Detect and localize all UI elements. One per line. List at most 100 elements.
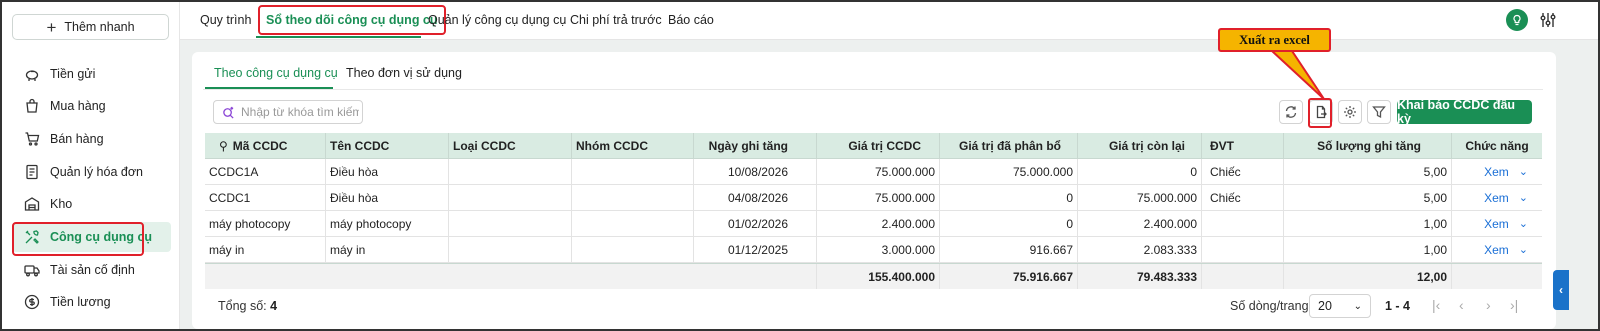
total-da-phan-bo: 75.916.667 bbox=[940, 264, 1078, 289]
table-cell: 2.400.000 bbox=[1078, 211, 1202, 236]
sidebar-item-tien-luong[interactable]: Tiền lương bbox=[12, 287, 171, 317]
page-range: 1 - 4 bbox=[1385, 299, 1411, 313]
first-page-icon[interactable]: |‹ bbox=[1432, 297, 1440, 313]
tab-chi-phi-tra-truoc[interactable]: Chi phí trả trước bbox=[570, 13, 662, 27]
active-tab-underline bbox=[256, 36, 421, 38]
total-con-lai: 79.483.333 bbox=[1078, 264, 1202, 289]
table-cell bbox=[449, 237, 572, 262]
collapse-handle-icon[interactable]: ‹ bbox=[1553, 270, 1569, 310]
table-row[interactable]: máy photocopy máy photocopy 01/02/2026 2.40… bbox=[205, 211, 1542, 237]
table-cell bbox=[449, 211, 572, 236]
table-cell: 1,00 bbox=[1284, 211, 1452, 236]
table-cell: 1,00 bbox=[1284, 237, 1452, 262]
table-cell: 01/02/2026 bbox=[694, 211, 817, 236]
settings-button[interactable] bbox=[1338, 100, 1362, 124]
search-box[interactable] bbox=[213, 100, 363, 124]
search-input[interactable] bbox=[241, 105, 359, 119]
table-cell: Chiếc bbox=[1202, 159, 1284, 184]
tools-icon bbox=[25, 230, 39, 244]
next-page-icon[interactable]: › bbox=[1486, 297, 1491, 313]
sidebar-item-ban-hang[interactable]: Bán hàng bbox=[12, 124, 171, 154]
last-page-icon[interactable]: ›| bbox=[1510, 297, 1518, 313]
top-nav: Quy trình Sổ theo dõi công cụ dụng cụ Qu… bbox=[180, 2, 1598, 40]
table-row[interactable]: CCDC1A Điều hòa 10/08/2026 75.000.000 75.000… bbox=[205, 159, 1542, 185]
table-cell: 75.000.000 bbox=[817, 159, 940, 184]
view-link[interactable]: Xem bbox=[1484, 165, 1509, 179]
table-cell: máy in bbox=[326, 237, 449, 262]
table-cell bbox=[572, 237, 694, 262]
declare-ccdc-button[interactable]: Khai báo CCDC đầu kỳ bbox=[1397, 98, 1532, 126]
prev-page-icon[interactable]: ‹ bbox=[1459, 297, 1464, 313]
table-cell: 5,00 bbox=[1284, 185, 1452, 210]
sidebar-item-cong-cu-dung-cu[interactable]: Công cụ dụng cụ bbox=[12, 222, 171, 256]
view-link[interactable]: Xem bbox=[1484, 243, 1509, 257]
table-cell: 75.000.000 bbox=[1078, 185, 1202, 210]
subtab-theo-don-vi[interactable]: Theo đơn vị sử dụng bbox=[346, 66, 462, 80]
refresh-button[interactable] bbox=[1279, 100, 1303, 124]
table-total-row: 155.400.000 75.916.667 79.483.333 12,00 bbox=[205, 263, 1542, 289]
subtab-divider bbox=[203, 89, 1543, 90]
tab-quy-trinh[interactable]: Quy trình bbox=[200, 13, 251, 27]
callout-pointer bbox=[1271, 51, 1325, 100]
cart-icon bbox=[25, 132, 40, 146]
sidebar-item-kho[interactable]: Kho bbox=[12, 189, 171, 219]
filter-button[interactable] bbox=[1367, 100, 1391, 124]
warehouse-icon bbox=[24, 197, 40, 211]
table-cell: 75.000.000 bbox=[940, 159, 1078, 184]
table-cell: 3.000.000 bbox=[817, 237, 940, 262]
col-chuc-nang: Chức năng bbox=[1465, 138, 1529, 153]
sidebar-item-label: Công cụ dụng cụ bbox=[50, 230, 153, 244]
export-excel-callout: Xuất ra excel bbox=[1218, 28, 1331, 52]
total-so-luong: 12,00 bbox=[1284, 264, 1452, 289]
table-cell bbox=[572, 211, 694, 236]
table-cell: Xem ⌄ bbox=[1452, 211, 1542, 236]
subtab-theo-cong-cu[interactable]: Theo công cụ dụng cụ bbox=[214, 66, 338, 80]
table-cell: 0 bbox=[940, 211, 1078, 236]
plus-icon: + bbox=[46, 17, 57, 37]
rows-per-page-select[interactable]: 20 ⌄ bbox=[1309, 294, 1371, 318]
table-cell: 5,00 bbox=[1284, 159, 1452, 184]
chevron-down-icon[interactable]: ⌄ bbox=[1519, 191, 1528, 204]
sidebar-item-quan-ly-hoa-don[interactable]: Quản lý hóa đơn bbox=[12, 157, 171, 187]
col-ten-ccdc: Tên CCDC bbox=[326, 133, 449, 158]
sliders-icon[interactable] bbox=[1538, 10, 1558, 30]
lightbulb-icon[interactable] bbox=[1506, 9, 1528, 31]
col-so-luong: Số lượng ghi tăng bbox=[1284, 133, 1452, 158]
sidebar-item-label: Mua hàng bbox=[50, 99, 106, 113]
rows-per-page-label: Số dòng/trang bbox=[1230, 299, 1309, 313]
table-cell: 01/12/2025 bbox=[694, 237, 817, 262]
truck-icon bbox=[24, 265, 40, 277]
quick-add-button[interactable]: + Thêm nhanh bbox=[12, 14, 169, 40]
table-cell: 0 bbox=[940, 185, 1078, 210]
tab-quan-ly-ccdc[interactable]: Quản lý công cụ dụng cụ bbox=[428, 13, 566, 27]
tab-bao-cao[interactable]: Báo cáo bbox=[668, 13, 714, 27]
table-cell: Xem ⌄ bbox=[1452, 159, 1542, 184]
sidebar-item-label: Tiền lương bbox=[50, 295, 111, 309]
quick-add-label: Thêm nhanh bbox=[64, 20, 135, 34]
view-link[interactable]: Xem bbox=[1484, 217, 1509, 231]
table-cell: 0 bbox=[1078, 159, 1202, 184]
view-link[interactable]: Xem bbox=[1484, 191, 1509, 205]
table-cell: máy in bbox=[205, 237, 326, 262]
sidebar-item-tien-gui[interactable]: Tiền gửi bbox=[12, 59, 171, 89]
active-subtab-underline bbox=[205, 87, 333, 89]
piggy-bank-icon bbox=[25, 70, 39, 81]
gear-icon bbox=[1344, 106, 1356, 118]
sidebar-item-label: Kho bbox=[50, 197, 73, 211]
chevron-down-icon[interactable]: ⌄ bbox=[1519, 217, 1528, 230]
col-ma-ccdc[interactable]: ⚲ Mã CCDC bbox=[205, 133, 326, 158]
sidebar-item-tai-san-co-dinh[interactable]: Tài sản cố định bbox=[12, 255, 171, 285]
tab-so-theo-doi-ccdc[interactable]: Sổ theo dõi công cụ dụng cụ bbox=[258, 5, 446, 35]
chevron-down-icon[interactable]: ⌄ bbox=[1519, 243, 1528, 256]
table-cell: Điều hòa bbox=[326, 159, 449, 184]
table-cell: máy photocopy bbox=[205, 211, 326, 236]
sidebar-item-label: Tài sản cố định bbox=[50, 263, 135, 277]
table-cell bbox=[572, 159, 694, 184]
chevron-down-icon[interactable]: ⌄ bbox=[1519, 165, 1528, 178]
sidebar-item-mua-hang[interactable]: Mua hàng bbox=[12, 91, 171, 121]
table-row[interactable]: máy in máy in 01/12/2025 3.000.000 916.667 2.… bbox=[205, 237, 1542, 263]
table-cell bbox=[572, 185, 694, 210]
table-row[interactable]: CCDC1 Điều hòa 04/08/2026 75.000.000 0 75.000… bbox=[205, 185, 1542, 211]
table-cell: máy photocopy bbox=[326, 211, 449, 236]
dollar-circle-icon bbox=[24, 294, 40, 310]
